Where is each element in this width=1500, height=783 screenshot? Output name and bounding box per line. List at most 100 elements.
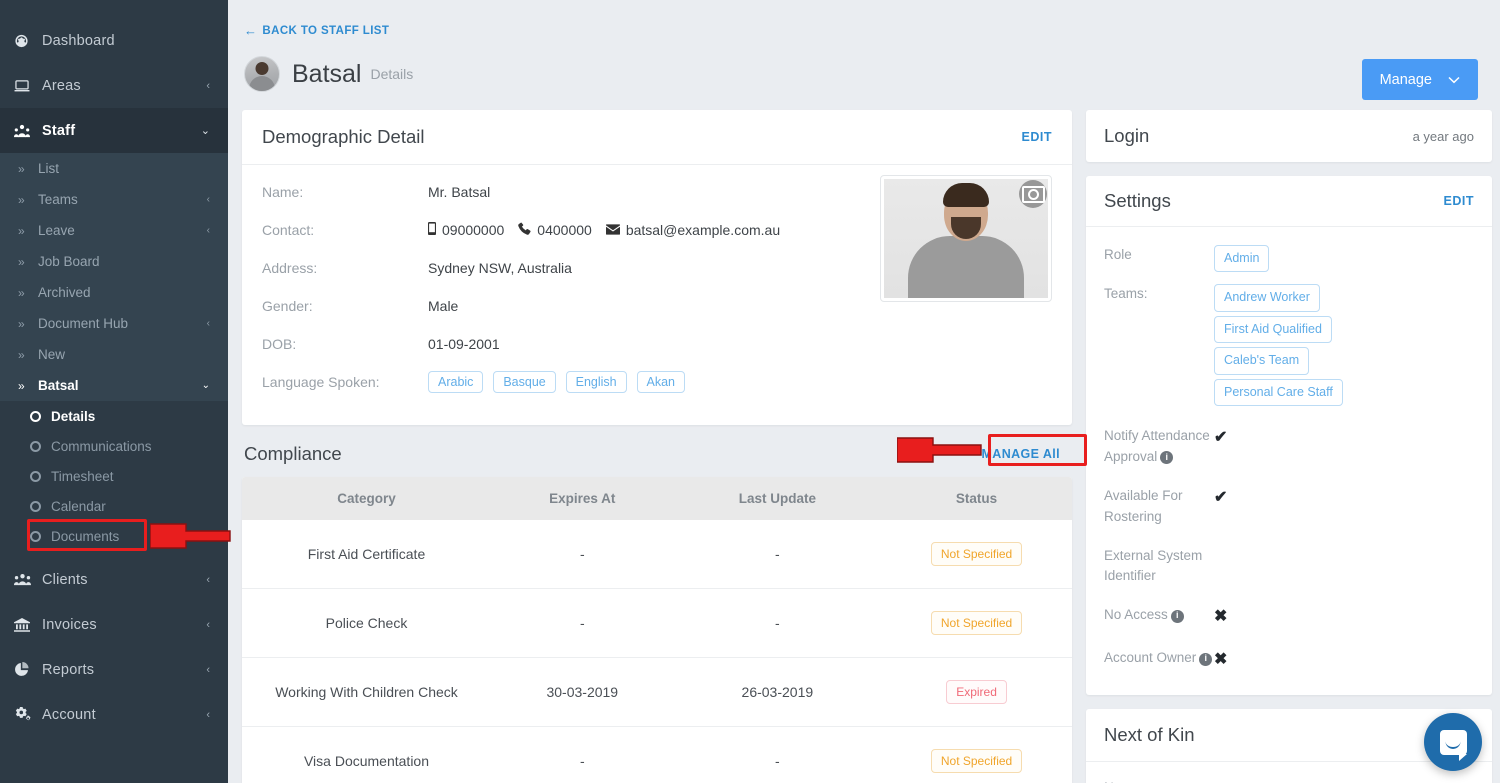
sidebar-item-communications[interactable]: Communications: [0, 431, 228, 461]
cell-category: First Aid Certificate: [242, 520, 491, 589]
setting-account-owner: Account Owner i ✖: [1104, 636, 1474, 679]
info-icon[interactable]: i: [1199, 652, 1213, 666]
compliance-title: Compliance: [244, 443, 342, 464]
page-title: Batsal: [292, 59, 362, 88]
notify-label-text: Notify Attendance Approval: [1104, 427, 1210, 464]
circle-icon: [30, 530, 41, 542]
setting-notify-attendance-approval: Notify Attendance Approval i ✔: [1104, 412, 1474, 474]
sidebar-item-account[interactable]: Account ‹: [0, 692, 228, 737]
cell-last-update: -: [673, 588, 882, 658]
sidebar-item-label: Clients: [42, 571, 88, 588]
sidebar-item-leave[interactable]: » Leave ‹: [0, 215, 228, 246]
back-to-staff-list-link[interactable]: ← BACK TO STAFF LIST: [244, 23, 389, 38]
contact-values: 09000000 0400000 batsal@example.com.au: [428, 219, 780, 238]
manage-all-button[interactable]: MANAGE All: [971, 440, 1070, 468]
status-badge: Not Specified: [930, 542, 1023, 566]
login-card-header: Login a year ago: [1086, 110, 1492, 162]
table-row[interactable]: Visa Documentation - - Not Specified: [242, 727, 1072, 783]
sidebar-item-calendar[interactable]: Calendar: [0, 491, 228, 521]
sidebar-item-label: Account: [42, 706, 96, 723]
sidebar-item-staff[interactable]: Staff ⌄: [0, 108, 228, 153]
language-chip[interactable]: Basque: [493, 371, 556, 393]
settings-card-body: Role Admin Teams: Andrew Worker First Ai…: [1086, 227, 1492, 695]
title-row: Batsal Details: [244, 56, 1478, 92]
table-row[interactable]: Police Check - - Not Specified: [242, 588, 1072, 658]
no-access-label-text: No Access: [1104, 607, 1168, 623]
sidebar-item-teams[interactable]: » Teams ‹: [0, 184, 228, 215]
team-chip[interactable]: First Aid Qualified: [1214, 315, 1332, 344]
pie-chart-icon: [14, 662, 36, 677]
demographic-card-body: Name: Mr. Batsal Contact: 09000000 04000…: [242, 165, 1072, 425]
sidebar-item-job-board[interactable]: » Job Board: [0, 246, 228, 277]
role-label: Role: [1104, 247, 1132, 262]
gears-icon: [14, 707, 36, 722]
sidebar-item-archived[interactable]: » Archived: [0, 277, 228, 308]
cell-category: Visa Documentation: [303, 753, 430, 769]
sidebar-subitem-label: Batsal: [38, 378, 79, 393]
chevron-left-icon: ‹: [206, 79, 210, 92]
language-chip[interactable]: Akan: [636, 371, 686, 393]
sidebar-item-details[interactable]: Details: [0, 401, 228, 431]
sidebar-item-areas[interactable]: Areas ‹: [0, 63, 228, 108]
sidebar-item-reports[interactable]: Reports ‹: [0, 647, 228, 692]
compliance-header: Compliance MANAGE All: [242, 425, 1072, 477]
team-chip[interactable]: Caleb's Team: [1214, 347, 1310, 375]
settings-card-title: Settings: [1104, 190, 1171, 211]
table-row[interactable]: Working With Children Check 30-03-2019 2…: [242, 657, 1072, 727]
batsal-submenu: Details Communications Timesheet Calenda…: [0, 401, 228, 551]
team-chip[interactable]: Personal Care Staff: [1214, 378, 1343, 406]
sidebar-item-list[interactable]: » List: [0, 153, 228, 184]
teams-value: Andrew Worker First Aid Qualified Caleb'…: [1214, 284, 1474, 406]
sidebar-item-new[interactable]: » New: [0, 339, 228, 370]
sidebar-leaf-label: Calendar: [51, 498, 106, 514]
setting-no-access: No Access i ✖: [1104, 593, 1474, 636]
account-owner-value: ✖: [1214, 651, 1228, 669]
sidebar-item-timesheet[interactable]: Timesheet: [0, 461, 228, 491]
rostering-value: ✔: [1214, 488, 1228, 506]
sidebar-leaf-label: Timesheet: [51, 468, 114, 484]
info-icon[interactable]: i: [1160, 451, 1174, 465]
demographic-edit-button[interactable]: EDIT: [1022, 130, 1052, 144]
sidebar-leaf-label: Documents: [51, 528, 120, 544]
role-chip[interactable]: Admin: [1214, 245, 1270, 273]
avatar: [244, 56, 280, 92]
double-chevron-icon: »: [18, 285, 25, 300]
notify-value: ✔: [1214, 428, 1228, 446]
camera-icon[interactable]: [1019, 180, 1047, 208]
language-chip[interactable]: Arabic: [428, 371, 484, 393]
cell-expires-at: -: [491, 588, 674, 658]
language-chips: Arabic Basque English Akan: [428, 371, 691, 393]
notify-label: Notify Attendance Approval i: [1104, 426, 1214, 468]
chevron-down-icon: ⌄: [201, 380, 210, 391]
name-label: Name:: [262, 184, 304, 200]
language-chip[interactable]: English: [565, 371, 627, 393]
sidebar-subitem-label: Document Hub: [38, 316, 129, 331]
setting-role: Role Admin: [1104, 239, 1474, 278]
teams-label: Teams:: [1104, 286, 1148, 302]
dashboard-icon: [14, 33, 36, 48]
cell-last-update: -: [673, 520, 882, 589]
intercom-chat-button[interactable]: [1424, 713, 1482, 771]
sidebar-leaf-label: Details: [51, 408, 96, 424]
info-icon[interactable]: i: [1170, 609, 1184, 623]
sidebar-item-clients[interactable]: Clients ‹: [0, 557, 228, 602]
photo-body: [908, 236, 1024, 298]
sidebar-item-batsal[interactable]: » Batsal ⌄: [0, 370, 228, 401]
manage-button[interactable]: Manage: [1361, 59, 1478, 100]
sidebar-item-documents[interactable]: Documents: [0, 521, 228, 551]
circle-icon: [30, 470, 41, 482]
compliance-table-head: Category Expires At Last Update Status: [242, 477, 1072, 520]
sidebar-item-document-hub[interactable]: » Document Hub ‹: [0, 308, 228, 339]
sidebar-item-invoices[interactable]: Invoices ‹: [0, 602, 228, 647]
double-chevron-icon: »: [18, 316, 25, 331]
sidebar-item-dashboard[interactable]: Dashboard: [0, 18, 228, 63]
team-chip[interactable]: Andrew Worker: [1214, 284, 1320, 312]
cell-last-update: 26-03-2019: [673, 657, 882, 727]
table-row[interactable]: First Aid Certificate - - Not Specified: [242, 520, 1072, 589]
compliance-table-body: First Aid Certificate - - Not Specified …: [242, 520, 1072, 783]
column-header-expires-at: Expires At: [491, 477, 674, 520]
settings-edit-button[interactable]: EDIT: [1444, 194, 1474, 208]
right-column: Login a year ago Settings EDIT Role Admi…: [1086, 110, 1492, 783]
sidebar-subitem-label: Archived: [38, 285, 91, 300]
double-chevron-icon: »: [18, 254, 25, 269]
